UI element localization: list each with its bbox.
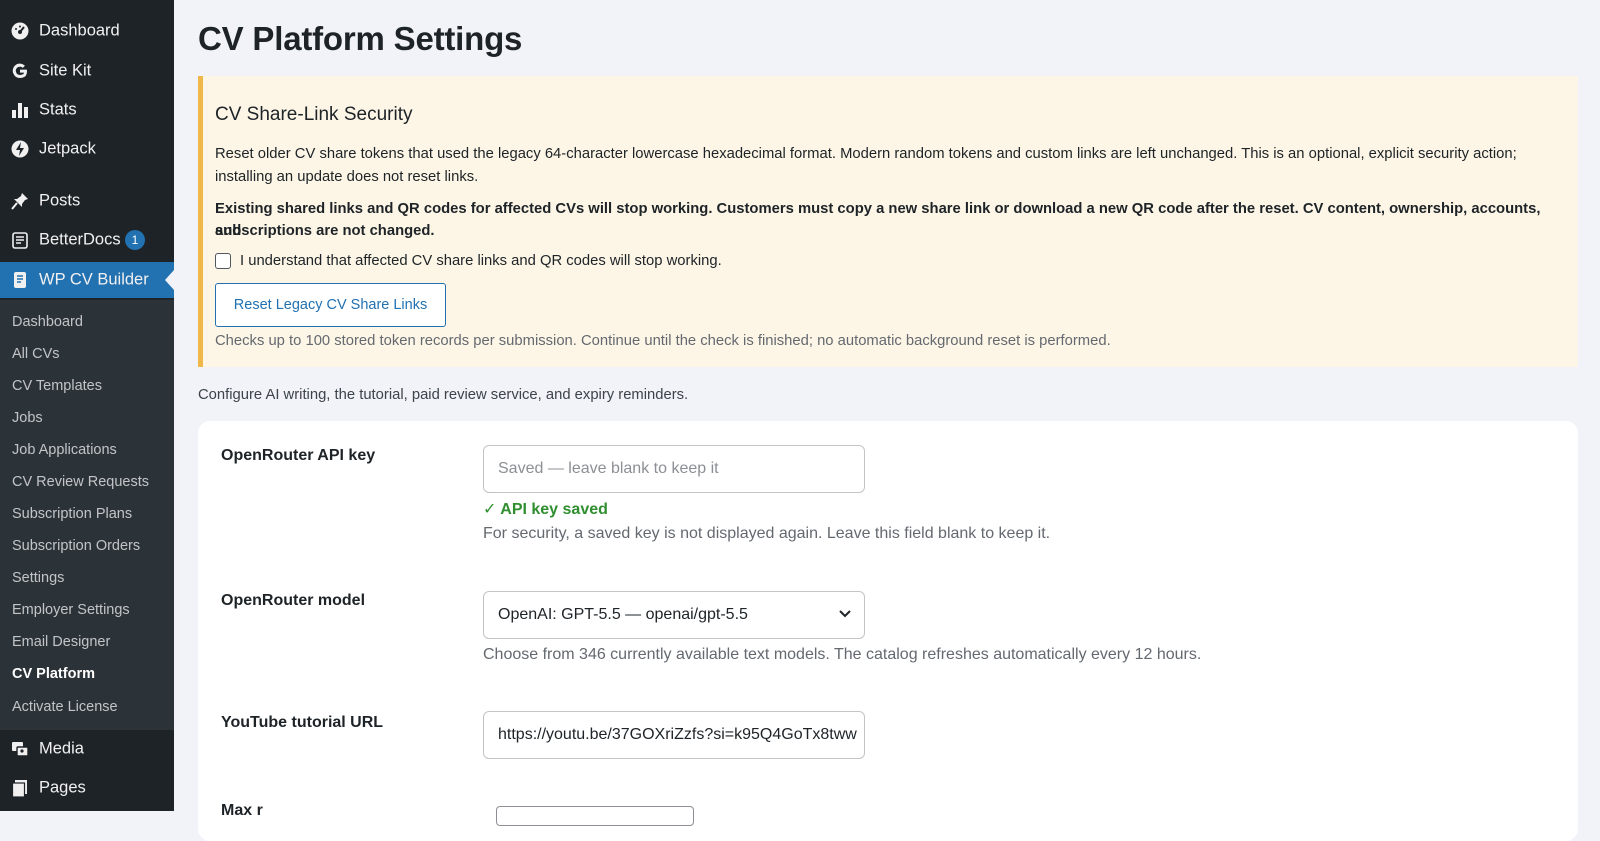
media-icon <box>10 739 30 759</box>
notice-title: CV Share-Link Security <box>215 104 413 125</box>
api-key-saved-status: ✓ API key saved <box>483 501 608 518</box>
submenu-subscription-orders[interactable]: Subscription Orders <box>12 538 140 554</box>
api-key-input[interactable]: Saved — leave blank to keep it <box>483 445 865 493</box>
menu-site-kit[interactable]: Site Kit <box>0 53 174 89</box>
pages-icon <box>10 778 30 798</box>
model-label: OpenRouter model <box>221 592 366 609</box>
submenu-all-cvs[interactable]: All CVs <box>12 346 60 362</box>
submenu-settings[interactable]: Settings <box>12 570 64 586</box>
menu-label: Site Kit <box>39 61 92 80</box>
youtube-url-label: YouTube tutorial URL <box>221 714 384 731</box>
youtube-url-input[interactable]: https://youtu.be/37GOXriZzfs?si=k95Q4GoT… <box>483 711 865 759</box>
menu-media[interactable]: Media <box>0 731 174 767</box>
submenu-email-designer[interactable]: Email Designer <box>12 634 110 650</box>
submenu-cv-templates[interactable]: CV Templates <box>12 378 102 394</box>
model-description: Choose from 346 currently available text… <box>483 646 1202 663</box>
notice-description-line-2: installing an update does not reset link… <box>215 169 479 185</box>
submenu-job-applications[interactable]: Job Applications <box>12 442 117 458</box>
pin-icon <box>10 191 30 211</box>
menu-label: WP CV Builder <box>39 270 149 289</box>
main-content: CV Platform Settings CV Share-Link Secur… <box>198 0 1578 841</box>
submenu-jobs[interactable]: Jobs <box>12 410 43 426</box>
dashboard-icon <box>10 21 30 41</box>
notice-hint: Checks up to 100 stored token records pe… <box>215 333 1111 349</box>
cv-builder-icon <box>10 270 30 290</box>
api-key-placeholder: Saved — leave blank to keep it <box>498 460 719 477</box>
submenu-cv-review-requests[interactable]: CV Review Requests <box>12 474 149 490</box>
submenu-cv-platform[interactable]: CV Platform <box>12 666 95 682</box>
settings-intro: Configure AI writing, the tutorial, paid… <box>198 387 689 403</box>
menu-label: Posts <box>39 191 81 210</box>
confirm-checkbox-row[interactable]: I understand that affected CV share link… <box>215 253 722 269</box>
bar-chart-icon <box>10 100 30 120</box>
confirm-checkbox-label: I understand that affected CV share link… <box>240 253 722 269</box>
next-field-input[interactable] <box>496 806 694 826</box>
chevron-down-icon <box>838 606 852 624</box>
jetpack-bolt-icon <box>10 139 30 159</box>
menu-label: Pages <box>39 778 86 797</box>
menu-betterdocs[interactable]: BetterDocs 1 <box>0 222 174 258</box>
menu-posts[interactable]: Posts <box>0 183 174 219</box>
api-key-description: For security, a saved key is not display… <box>483 525 1051 542</box>
menu-jetpack[interactable]: Jetpack <box>0 131 174 167</box>
google-g-icon <box>10 61 30 81</box>
menu-pages[interactable]: Pages <box>0 770 174 806</box>
notice-description-line-1: Reset older CV share tokens that used th… <box>215 146 1517 162</box>
submenu-activate-license[interactable]: Activate License <box>12 699 118 715</box>
cv-builder-submenu: Dashboard All CVs CV Templates Jobs Job … <box>0 300 174 730</box>
submenu-dashboard[interactable]: Dashboard <box>12 314 83 330</box>
notice-warning-line-2: subscriptions are not changed. <box>215 223 435 239</box>
youtube-url-value: https://youtu.be/37GOXriZzfs?si=k95Q4GoT… <box>498 726 857 743</box>
menu-stats[interactable]: Stats <box>0 92 174 128</box>
update-count-badge: 1 <box>125 230 145 250</box>
api-key-label: OpenRouter API key <box>221 447 376 464</box>
menu-label: Media <box>39 739 84 758</box>
next-field-label: Max r <box>221 802 263 819</box>
confirm-checkbox[interactable] <box>215 253 231 269</box>
docs-icon <box>10 230 30 250</box>
menu-wp-cv-builder[interactable]: WP CV Builder <box>0 262 174 298</box>
submenu-subscription-plans[interactable]: Subscription Plans <box>12 506 132 522</box>
model-select[interactable]: OpenAI: GPT-5.5 — openai/gpt-5.5 <box>483 591 865 639</box>
reset-legacy-links-button[interactable]: Reset Legacy CV Share Links <box>215 283 446 327</box>
menu-label: Jetpack <box>39 139 96 158</box>
page-title: CV Platform Settings <box>198 20 523 57</box>
menu-label: BetterDocs <box>39 230 121 249</box>
submenu-employer-settings[interactable]: Employer Settings <box>12 602 130 618</box>
menu-label: Dashboard <box>39 21 120 40</box>
settings-card <box>198 421 1578 841</box>
menu-dashboard[interactable]: Dashboard <box>0 13 174 49</box>
model-selected-value: OpenAI: GPT-5.5 — openai/gpt-5.5 <box>498 606 748 623</box>
menu-label: Stats <box>39 100 77 119</box>
admin-sidebar: Dashboard Site Kit Stats Jetpack Posts B… <box>0 0 174 811</box>
